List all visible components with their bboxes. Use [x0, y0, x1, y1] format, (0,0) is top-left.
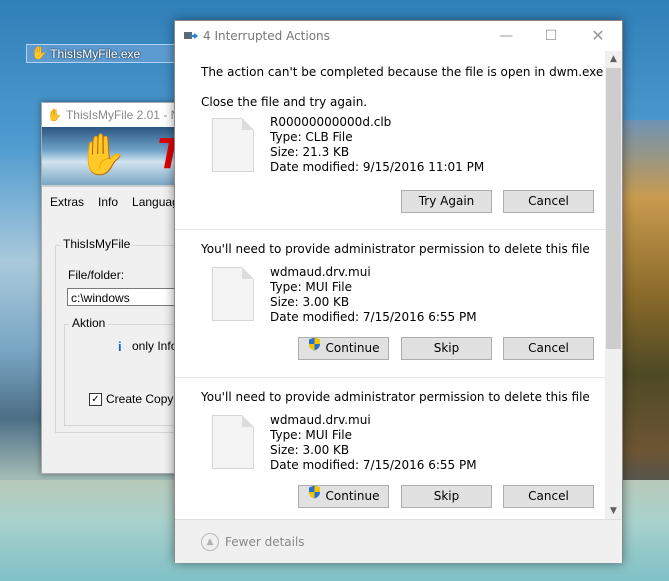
section-message: You'll need to provide administrator per… — [201, 390, 590, 404]
thisismyfile-window: ✋ ThisIsMyFile 2.01 - N ✋ T Extras Info … — [41, 102, 183, 474]
file-size: Size: 21.3 KB — [270, 145, 350, 159]
conflict-section: The action can't be completed because th… — [175, 51, 605, 229]
info-icon: i — [118, 339, 122, 354]
file-size: Size: 3.00 KB — [270, 295, 350, 309]
try-again-button[interactable]: Try Again — [401, 190, 492, 213]
continue-label: Continue — [325, 489, 380, 503]
file-move-icon — [184, 31, 198, 41]
cancel-button[interactable]: Cancel — [503, 485, 594, 508]
section-message: You'll need to provide administrator per… — [201, 242, 590, 256]
file-icon — [212, 267, 254, 321]
cancel-button[interactable]: Cancel — [503, 337, 594, 360]
desktop-icon-thisismyfile[interactable]: ✋ ThisIsMyFile.exe — [26, 44, 176, 63]
file-name: wdmaud.drv.mui — [270, 265, 371, 279]
dialog-title-bar: 4 Interrupted Actions — ☐ ✕ — [175, 21, 622, 51]
close-button[interactable]: ✕ — [588, 26, 608, 46]
vertical-scrollbar[interactable]: ▲ ▼ — [605, 51, 622, 519]
minimize-button[interactable]: — — [496, 26, 516, 46]
wallpaper-cliff — [620, 120, 669, 510]
app-menu-bar: Extras Info Language — [42, 187, 182, 217]
create-copy-label: Create Copy — [106, 392, 174, 406]
conflict-section: You'll need to provide administrator per… — [175, 378, 605, 519]
file-icon — [212, 118, 254, 172]
action-group-label: Aktion — [69, 316, 109, 330]
file-icon — [212, 415, 254, 469]
file-date: Date modified: 7/15/2016 6:55 PM — [270, 458, 477, 472]
file-type: Type: MUI File — [270, 428, 352, 442]
handprint-logo-icon: ✋ — [77, 133, 127, 177]
section-message: The action can't be completed because th… — [201, 65, 604, 79]
dialog-content: The action can't be completed because th… — [175, 51, 605, 519]
menu-info[interactable]: Info — [98, 195, 118, 209]
continue-button[interactable]: Continue — [298, 337, 389, 360]
file-details: wdmaud.drv.mui Type: MUI File Size: 3.00… — [270, 265, 477, 325]
file-name: R00000000000d.clb — [270, 115, 392, 129]
group-label: ThisIsMyFile — [60, 237, 134, 251]
only-info-option[interactable]: only Info — [132, 339, 177, 353]
folder-input[interactable]: c:\windows — [67, 288, 182, 306]
create-copy-checkbox[interactable]: ✓ Create Copy — [89, 392, 173, 406]
file-date: Date modified: 7/15/2016 6:55 PM — [270, 310, 477, 324]
skip-button[interactable]: Skip — [401, 485, 492, 508]
file-type: Type: CLB File — [270, 130, 353, 144]
cancel-button[interactable]: Cancel — [503, 190, 594, 213]
continue-label: Continue — [325, 341, 380, 355]
conflict-section: You'll need to provide administrator per… — [175, 230, 605, 377]
scroll-down-arrow-icon[interactable]: ▼ — [605, 503, 622, 519]
app-title: ThisIsMyFile 2.01 - N — [65, 108, 180, 122]
app-title-bar: ✋ ThisIsMyFile 2.01 - N — [42, 103, 182, 127]
section-sub-message: Close the file and try again. — [201, 95, 368, 109]
file-name: wdmaud.drv.mui — [270, 413, 371, 427]
skip-button[interactable]: Skip — [401, 337, 492, 360]
file-size: Size: 3.00 KB — [270, 443, 350, 457]
app-banner: ✋ T — [42, 127, 182, 187]
dialog-footer: ▲ Fewer details — [175, 519, 622, 563]
folder-label: File/folder: — [68, 268, 125, 282]
fewer-details-toggle[interactable]: Fewer details — [225, 535, 305, 549]
continue-button[interactable]: Continue — [298, 485, 389, 508]
dialog-title: 4 Interrupted Actions — [203, 29, 330, 43]
file-date: Date modified: 9/15/2016 11:01 PM — [270, 160, 485, 174]
uac-shield-icon — [308, 485, 321, 506]
interrupted-actions-dialog: 4 Interrupted Actions — ☐ ✕ The action c… — [174, 20, 623, 563]
hand-icon: ✋ — [47, 108, 62, 122]
uac-shield-icon — [308, 337, 321, 358]
scroll-up-arrow-icon[interactable]: ▲ — [605, 51, 622, 67]
chevron-up-icon[interactable]: ▲ — [201, 532, 219, 551]
hand-icon: ✋ — [31, 46, 48, 61]
menu-extras[interactable]: Extras — [50, 195, 84, 209]
file-details: wdmaud.drv.mui Type: MUI File Size: 3.00… — [270, 413, 477, 473]
desktop-icon-label: ThisIsMyFile.exe — [50, 46, 141, 61]
checkbox-checked-icon: ✓ — [89, 392, 102, 406]
file-details: R00000000000d.clb Type: CLB File Size: 2… — [270, 115, 484, 175]
scrollbar-thumb[interactable] — [606, 68, 621, 349]
file-type: Type: MUI File — [270, 280, 352, 294]
maximize-button[interactable]: ☐ — [541, 26, 561, 46]
